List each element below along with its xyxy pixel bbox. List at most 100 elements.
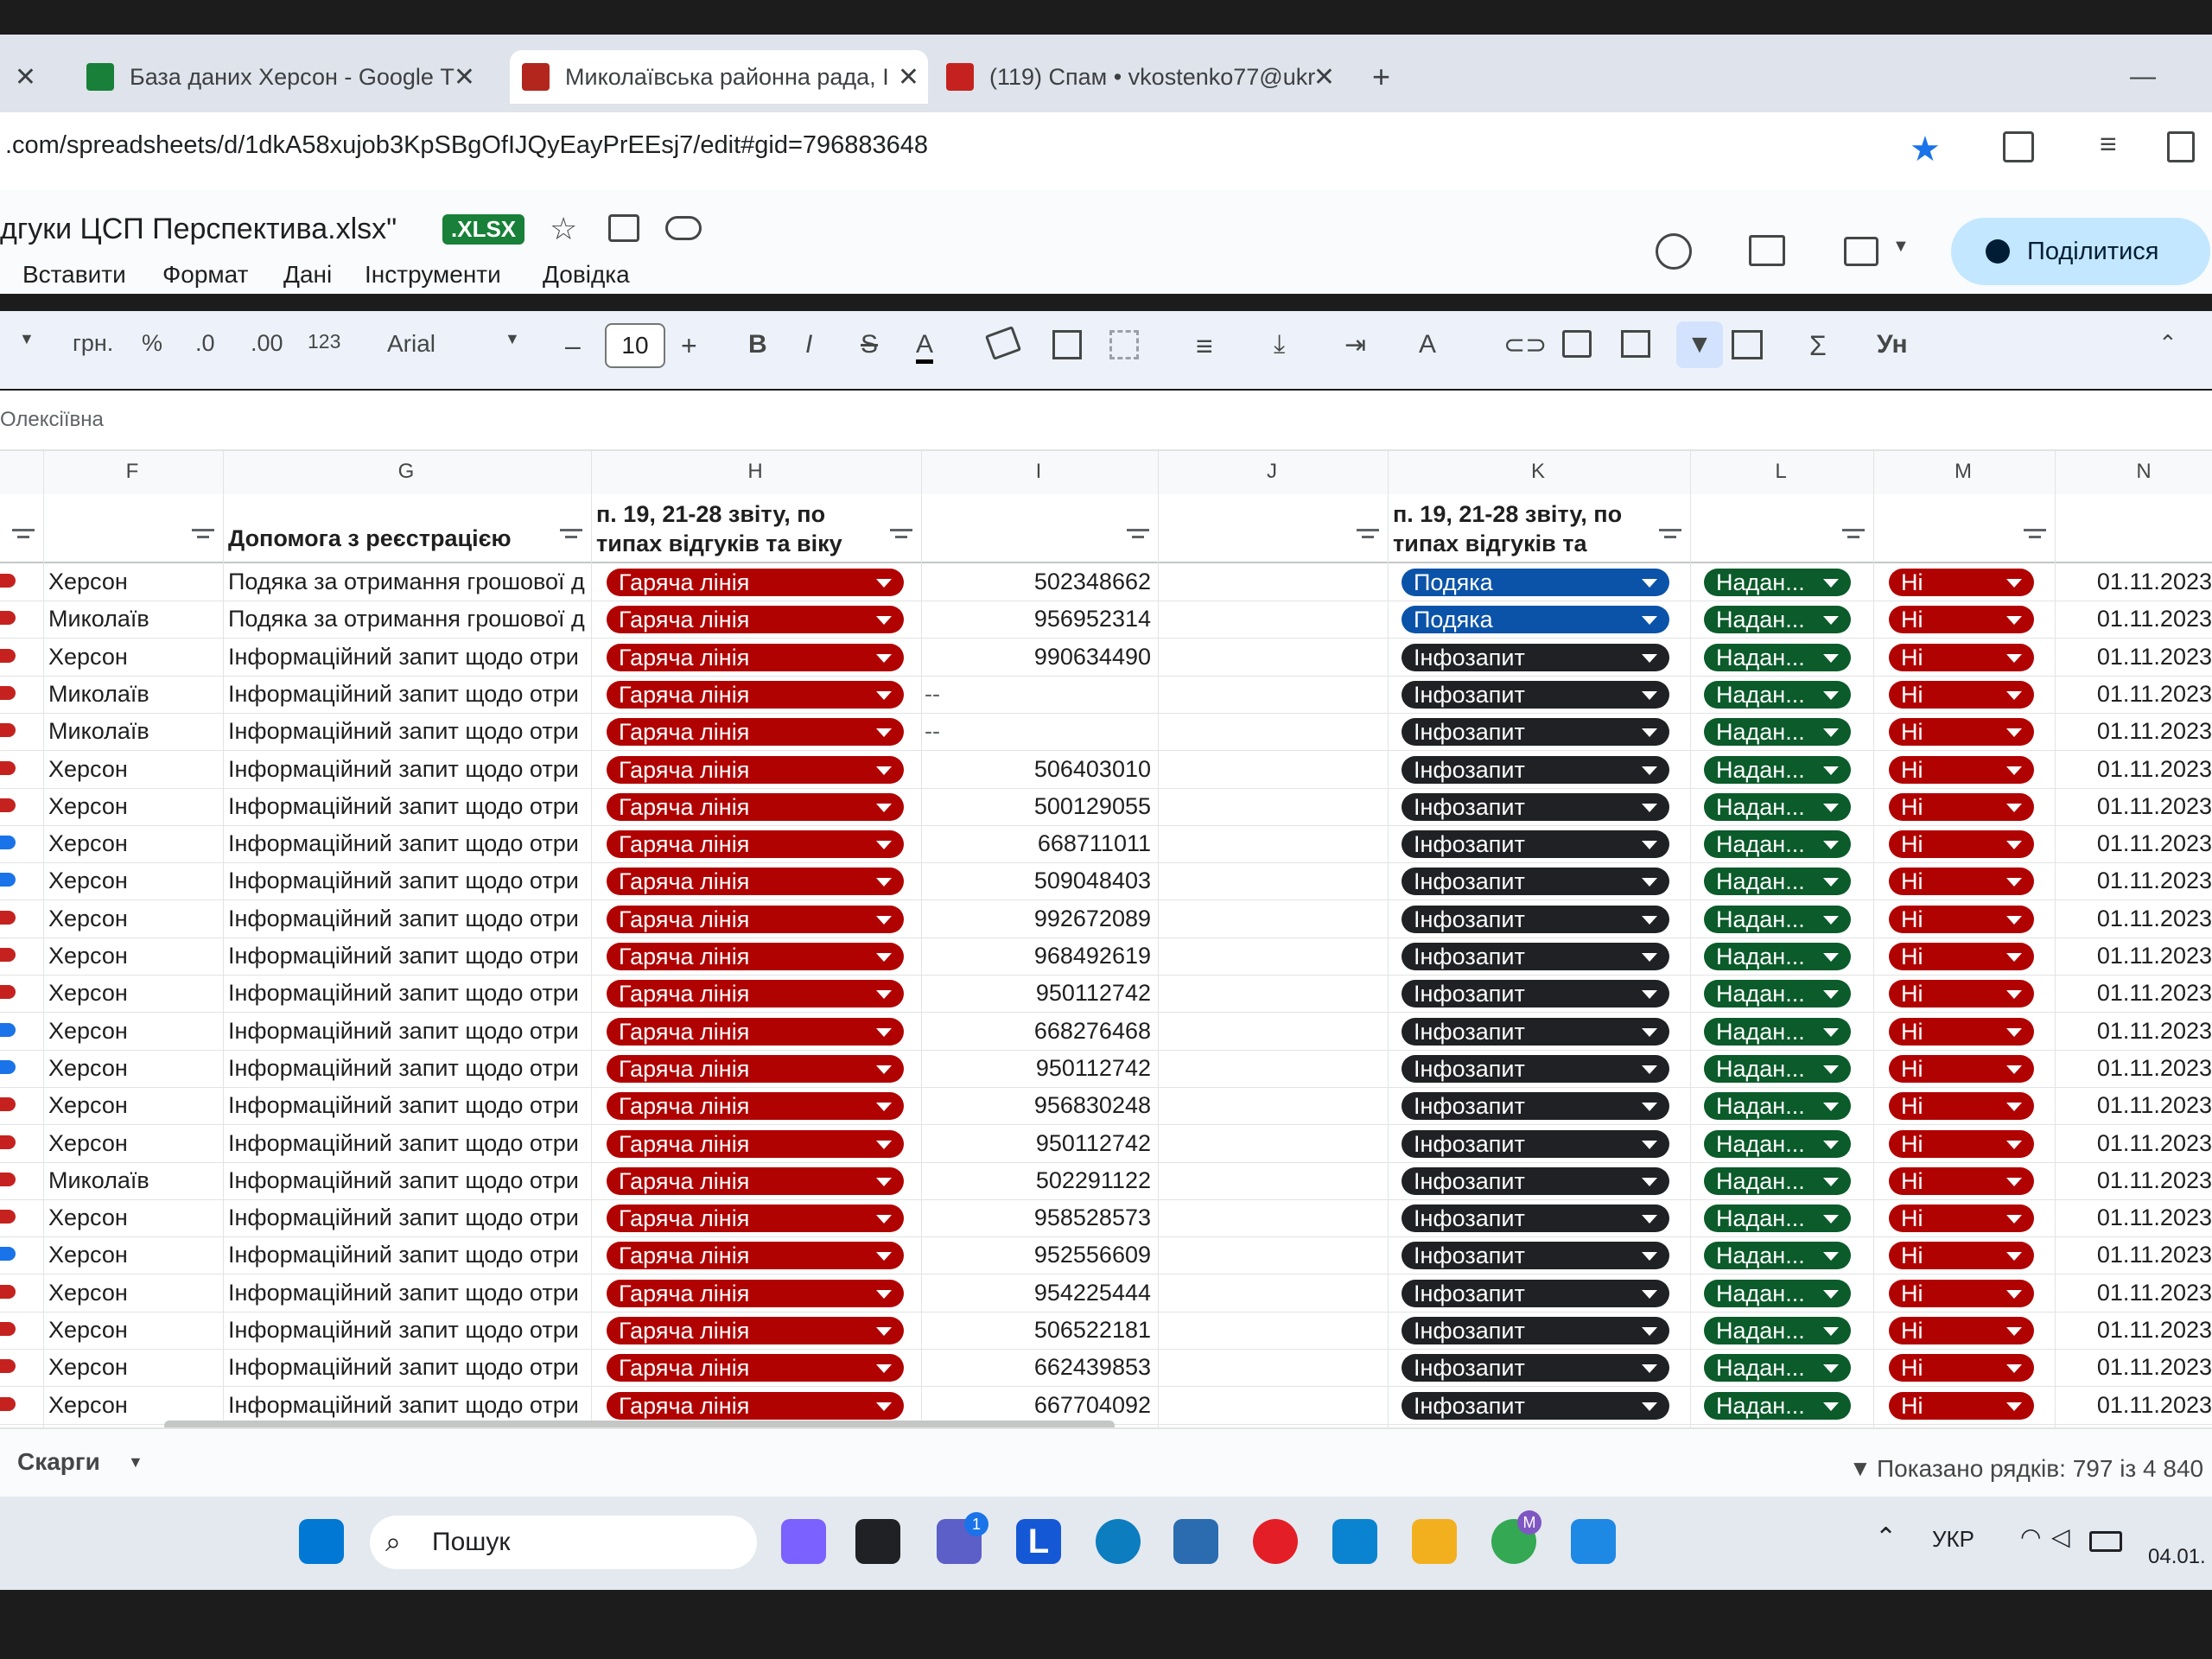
flag-chip[interactable]: Ні [1889,718,2034,747]
status-chip[interactable]: Надан... [1704,980,1851,1008]
cell-city[interactable]: Миколаїв [48,713,218,750]
status-chip[interactable]: Надан... [1704,1242,1851,1270]
channel-chip[interactable]: Гаряча лінія [607,830,904,859]
status-chip[interactable]: Надан... [1704,1092,1851,1121]
cell-date[interactable]: 01.11.2023 [2060,1236,2212,1274]
cell-date[interactable]: 01.11.2023 [2060,1162,2212,1199]
star-outline-icon[interactable]: ☆ [550,211,577,247]
widgets-icon[interactable] [781,1519,826,1564]
feedback-type-chip[interactable]: Інфозапит [1402,755,1669,784]
feedback-type-chip[interactable]: Інфозапит [1402,1242,1669,1270]
feedback-type-chip[interactable]: Інфозапит [1402,680,1669,709]
filter-icon[interactable] [192,527,214,543]
channel-chip[interactable]: Гаряча лінія [607,606,904,634]
store-icon[interactable] [1173,1519,1218,1564]
status-chip[interactable]: Надан... [1704,1017,1851,1046]
feedback-type-chip[interactable]: Інфозапит [1402,905,1669,933]
feedback-type-chip[interactable]: Інфозапит [1402,830,1669,859]
font-size-decrease-button[interactable]: – [565,330,581,362]
tab-mykolaiv-rada[interactable]: Миколаївська районна рада, І ✕ [510,50,928,104]
cell-city[interactable]: Херсон [48,639,218,676]
cell-description[interactable]: Інформаційний запит щодо отри [228,1199,588,1236]
cell-city[interactable]: Херсон [48,751,218,788]
close-icon[interactable]: ✕ [898,62,919,92]
status-chip[interactable]: Надан... [1704,606,1851,634]
cell-city[interactable]: Херсон [48,1349,218,1386]
channel-chip[interactable]: Гаряча лінія [607,569,904,596]
flag-chip[interactable]: Ні [1889,980,2034,1008]
feedback-type-chip[interactable]: Інфозапит [1402,1166,1669,1195]
cell-city[interactable]: Миколаїв [48,601,218,638]
star-icon[interactable]: ★ [1910,130,1941,169]
cell-date[interactable]: 01.11.2023 [2060,1349,2212,1386]
channel-chip[interactable]: Гаряча лінія [607,1054,904,1083]
channel-chip[interactable]: Гаряча лінія [607,1092,904,1121]
cell-description[interactable]: Інформаційний запит щодо отри [228,751,588,788]
cell-date[interactable]: 01.11.2023 [2060,975,2212,1012]
filter-icon[interactable] [12,527,35,543]
cell-description[interactable]: Інформаційний запит щодо отри [228,1349,588,1386]
feedback-type-chip[interactable]: Інфозапит [1402,1054,1669,1083]
fill-color-icon[interactable] [984,326,1022,360]
feedback-type-chip[interactable]: Подяка [1402,569,1669,596]
cell-description[interactable]: Інформаційний запит щодо отри [228,1125,588,1162]
channel-chip[interactable]: Гаряча лінія [607,1391,904,1420]
cell-city[interactable]: Миколаїв [48,1162,218,1199]
column-h[interactable]: H [591,460,919,484]
channel-chip[interactable]: Гаряча лінія [607,1205,904,1233]
filter-icon[interactable]: ▼ [1676,321,1723,368]
cell-city[interactable]: Херсон [48,1199,218,1236]
flag-chip[interactable]: Ні [1889,1317,2034,1344]
column-k[interactable]: K [1388,460,1688,484]
cell-description[interactable]: Інформаційний запит щодо отри [228,1087,588,1124]
cell-date[interactable]: 01.11.2023 [2060,751,2212,788]
font-size-increase-button[interactable]: + [681,330,697,362]
cell-city[interactable]: Миколаїв [48,676,218,713]
channel-chip[interactable]: Гаряча лінія [607,1354,904,1382]
cell-date[interactable]: 01.11.2023 [2060,900,2212,938]
link-icon[interactable]: ⊂⊃ [1503,330,1547,360]
cell-city[interactable]: Херсон [48,1087,218,1124]
filter-icon[interactable] [890,527,912,543]
channel-chip[interactable]: Гаряча лінія [607,755,904,784]
speaker-icon[interactable]: ◁ [2051,1522,2070,1551]
start-icon[interactable] [299,1519,344,1564]
channel-chip[interactable]: Гаряча лінія [607,1129,904,1158]
feedback-type-chip[interactable]: Інфозапит [1402,980,1669,1008]
column-m[interactable]: M [1873,460,2053,484]
url-text[interactable]: .com/spreadsheets/d/1dkA58xujob3KpSBgOfI… [5,131,928,160]
cell-date[interactable]: 01.11.2023 [2060,788,2212,825]
feedback-type-chip[interactable]: Інфозапит [1402,1205,1669,1233]
move-to-drive-icon[interactable] [608,214,639,242]
cell-city[interactable]: Херсон [48,563,218,601]
feedback-type-chip[interactable]: Інфозапит [1402,1092,1669,1121]
feedback-type-chip[interactable]: Інфозапит [1402,943,1669,970]
media-icon[interactable]: ≡ [2100,128,2117,162]
cell-city[interactable]: Херсон [48,1013,218,1050]
channel-chip[interactable]: Гаряча лінія [607,643,904,671]
cell-date[interactable]: 01.11.2023 [2060,563,2212,601]
font-family-select[interactable]: Arial [387,330,435,358]
cell-city[interactable]: Херсон [48,938,218,975]
opera-icon[interactable] [1253,1519,1298,1564]
cell-description[interactable]: Подяка за отримання грошової д [228,563,588,601]
battery-icon[interactable] [2089,1531,2122,1552]
filter-views-icon[interactable] [1732,330,1763,359]
menu-help[interactable]: Довідка [543,261,630,289]
status-chip[interactable]: Надан... [1704,718,1851,747]
channel-chip[interactable]: Гаряча лінія [607,1279,904,1307]
cell-date[interactable]: 01.11.2023 [2060,601,2212,638]
channel-chip[interactable]: Гаряча лінія [607,943,904,970]
cell-date[interactable]: 01.11.2023 [2060,1199,2212,1236]
channel-chip[interactable]: Гаряча лінія [607,1166,904,1195]
status-chip[interactable]: Надан... [1704,943,1851,970]
channel-chip[interactable]: Гаряча лінія [607,868,904,896]
sheet-tab-skarhy[interactable]: Скарги [17,1448,100,1476]
tab-partial[interactable]: ✕ [0,50,52,104]
filter-icon[interactable] [560,527,582,543]
cell-city[interactable]: Херсон [48,825,218,862]
flag-chip[interactable]: Ні [1889,606,2034,634]
clock-date[interactable]: 04.01. [2148,1545,2206,1569]
cell-description[interactable]: Інформаційний запит щодо отри [228,1013,588,1050]
address-bar[interactable]: .com/spreadsheets/d/1dkA58xujob3KpSBgOfI… [0,112,2212,190]
